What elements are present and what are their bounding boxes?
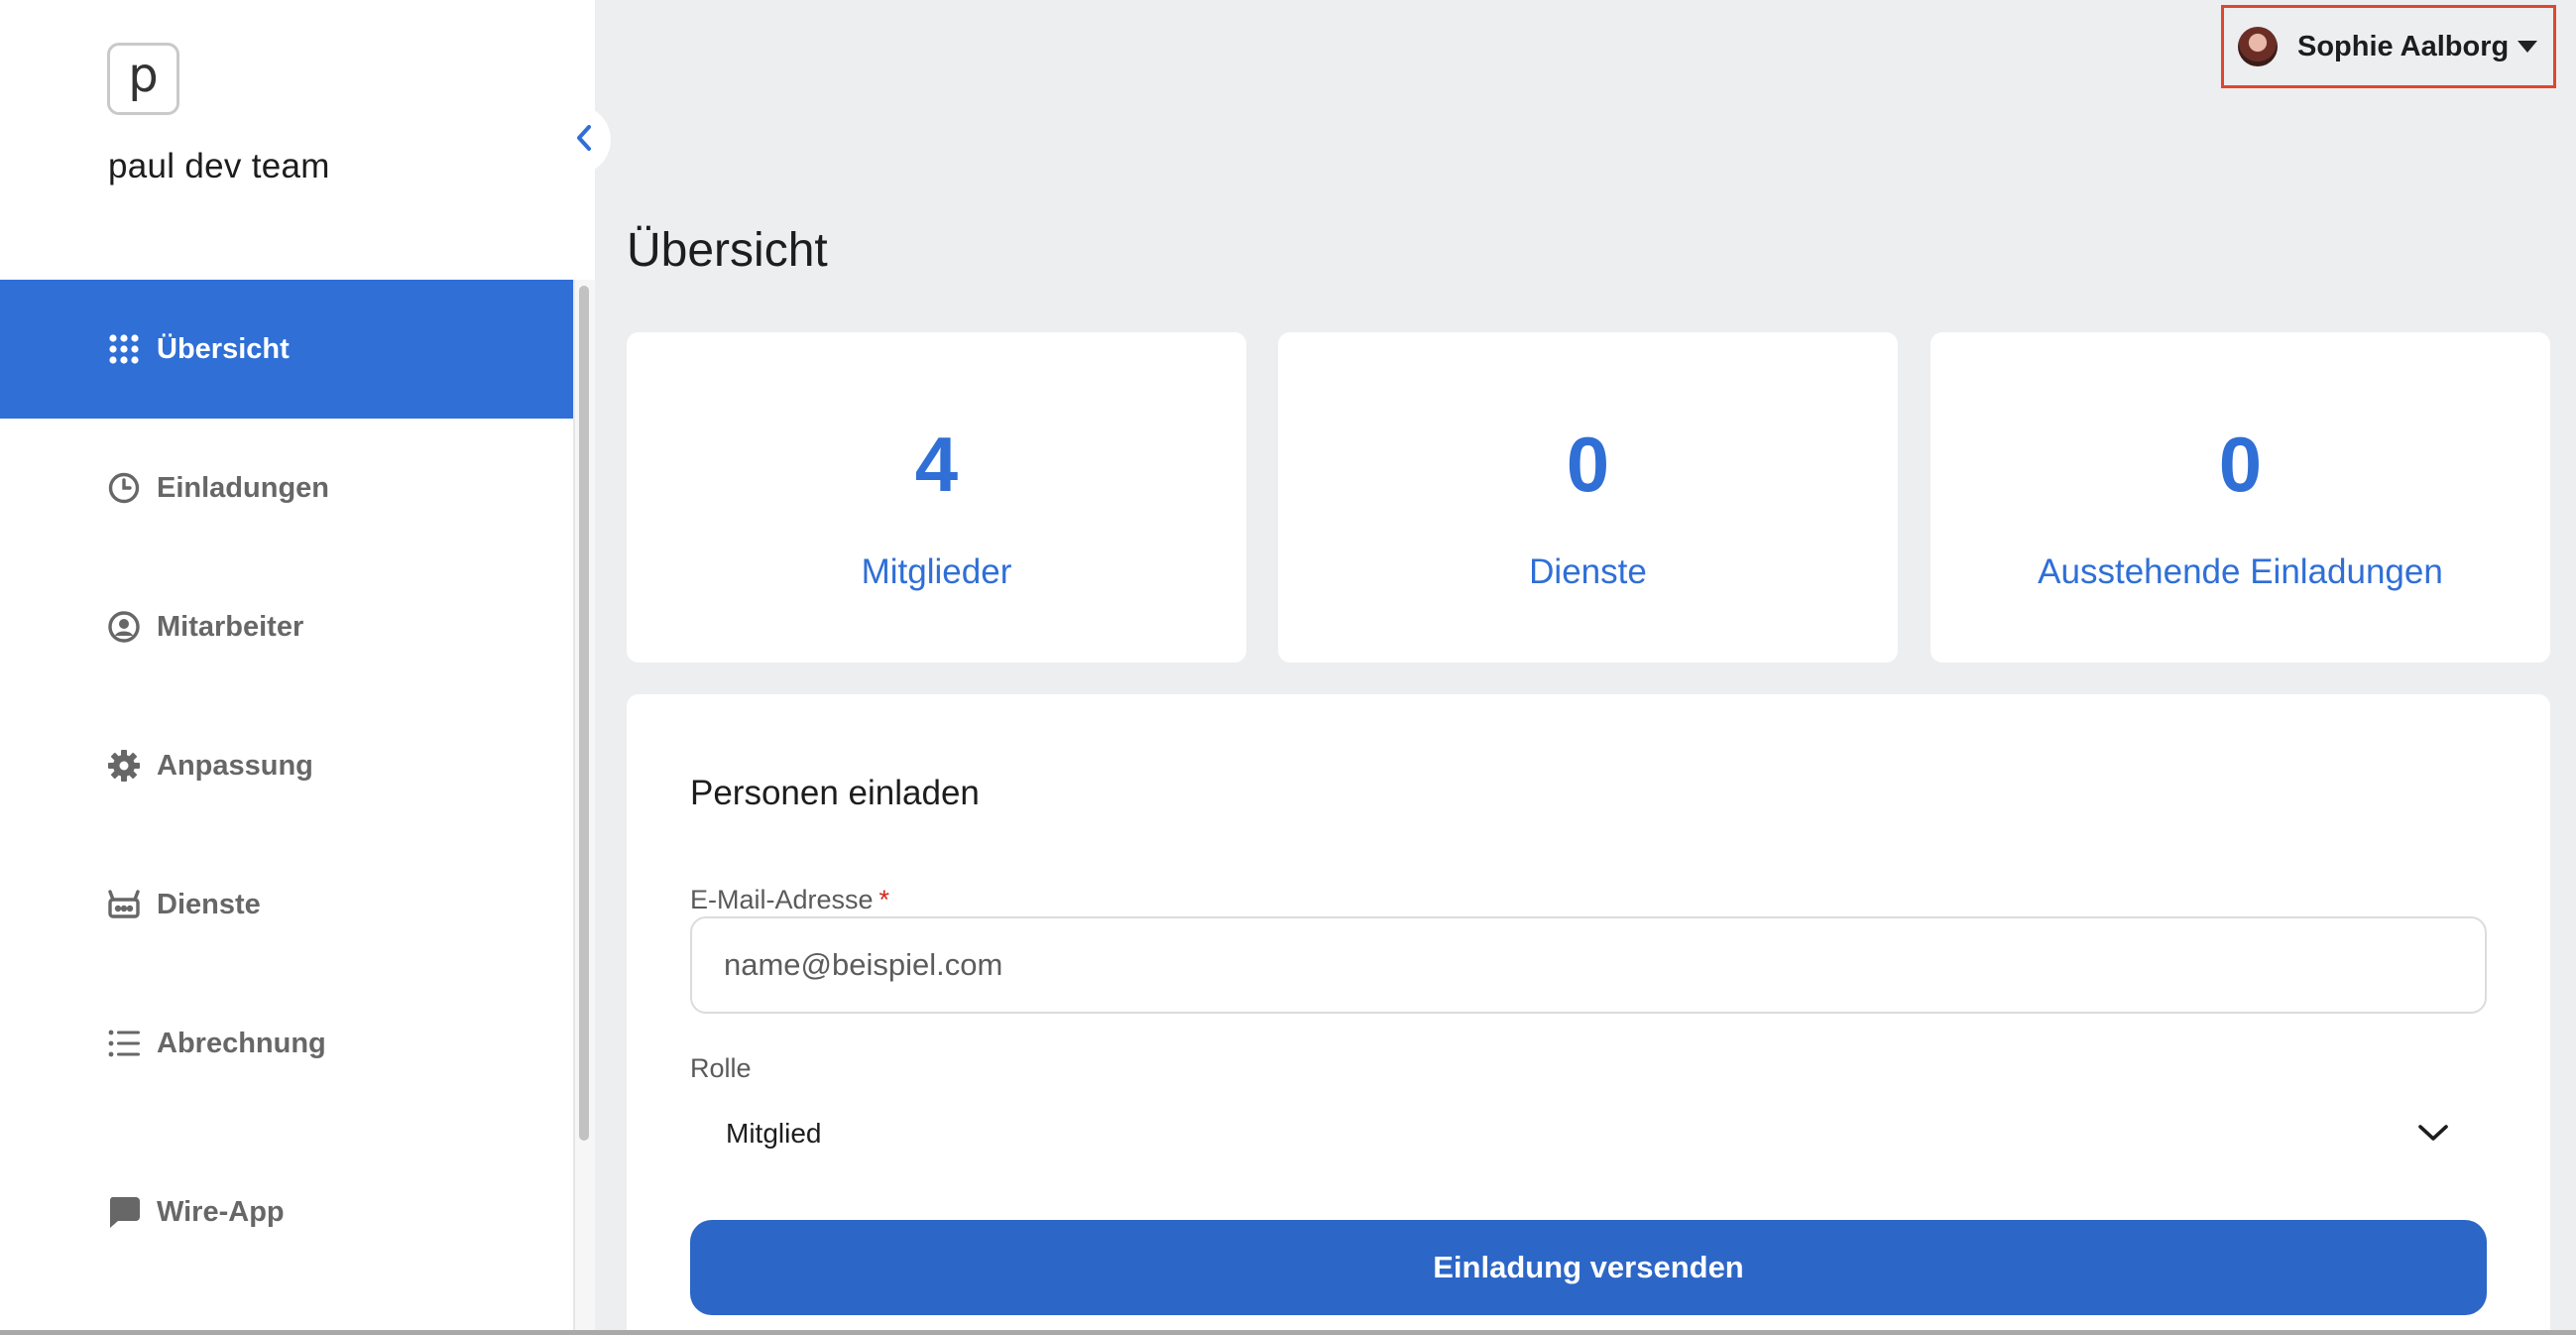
- sidebar-item-abrechnung[interactable]: Abrechnung: [0, 974, 573, 1113]
- chevron-left-icon: [575, 123, 593, 158]
- grid-icon: [107, 332, 141, 366]
- gear-icon: [107, 749, 141, 783]
- sidebar-item-label: Wire-App: [157, 1195, 285, 1228]
- sidebar-item-label: Anpassung: [157, 749, 313, 782]
- invite-panel: Personen einladen E-Mail-Adresse* Rolle …: [627, 694, 2550, 1335]
- robot-icon: [107, 888, 141, 921]
- chat-bubble-icon: [107, 1195, 141, 1229]
- user-name: Sophie Aalborg: [2297, 30, 2510, 62]
- invite-title: Personen einladen: [690, 774, 980, 812]
- stat-value: 4: [914, 421, 959, 508]
- stat-label: Dienste: [1529, 552, 1647, 591]
- sidebar-item-uebersicht[interactable]: Übersicht: [0, 280, 573, 419]
- clock-icon: [107, 471, 141, 505]
- page-title: Übersicht: [627, 224, 828, 277]
- stat-label: Ausstehende Einladungen: [2038, 552, 2443, 591]
- role-select[interactable]: Mitglied: [690, 1091, 2487, 1176]
- caret-down-icon: [2517, 41, 2537, 53]
- collapse-sidebar-button[interactable]: [565, 105, 611, 175]
- role-value: Mitglied: [726, 1118, 822, 1149]
- sidebar-item-anpassung[interactable]: Anpassung: [0, 696, 573, 835]
- email-label: E-Mail-Adresse *: [690, 885, 889, 915]
- sidebar-item-wire-app[interactable]: Wire-App: [0, 1143, 573, 1281]
- sidebar-item-label: Einladungen: [157, 471, 329, 504]
- stat-value: 0: [1566, 421, 1610, 508]
- team-name: paul dev team: [108, 147, 330, 185]
- sidebar: p paul dev team Übersicht Einladungen Mi…: [0, 0, 595, 1335]
- stat-value: 0: [2218, 421, 2263, 508]
- send-invite-button[interactable]: Einladung versenden: [690, 1220, 2487, 1315]
- sidebar-item-einladungen[interactable]: Einladungen: [0, 419, 573, 557]
- stat-card-pending-invites[interactable]: 0 Ausstehende Einladungen: [1931, 332, 2550, 663]
- chevron-down-icon: [2417, 1118, 2449, 1150]
- email-label-text: E-Mail-Adresse: [690, 885, 874, 914]
- sidebar-item-label: Dienste: [157, 888, 261, 920]
- role-label: Rolle: [690, 1053, 752, 1083]
- user-circle-icon: [107, 610, 141, 644]
- sidebar-nav: Übersicht Einladungen Mitarbeiter Anpass…: [0, 280, 573, 1281]
- stat-card-members[interactable]: 4 Mitglieder: [627, 332, 1246, 663]
- sidebar-item-label: Abrechnung: [157, 1027, 326, 1059]
- required-marker: *: [878, 885, 890, 914]
- user-menu[interactable]: Sophie Aalborg: [2221, 5, 2556, 88]
- email-field[interactable]: [690, 916, 2487, 1014]
- sidebar-item-label: Mitarbeiter: [157, 610, 304, 643]
- sidebar-scrollbar-thumb[interactable]: [579, 286, 589, 1141]
- sidebar-item-mitarbeiter[interactable]: Mitarbeiter: [0, 557, 573, 696]
- sidebar-item-dienste[interactable]: Dienste: [0, 835, 573, 974]
- stat-label: Mitglieder: [861, 552, 1012, 591]
- team-logo: p: [107, 43, 179, 115]
- list-icon: [107, 1027, 141, 1060]
- sidebar-item-label: Übersicht: [157, 332, 290, 365]
- stat-card-services[interactable]: 0 Dienste: [1278, 332, 1898, 663]
- avatar: [2238, 27, 2278, 66]
- window-bottom-edge: [0, 1330, 2576, 1335]
